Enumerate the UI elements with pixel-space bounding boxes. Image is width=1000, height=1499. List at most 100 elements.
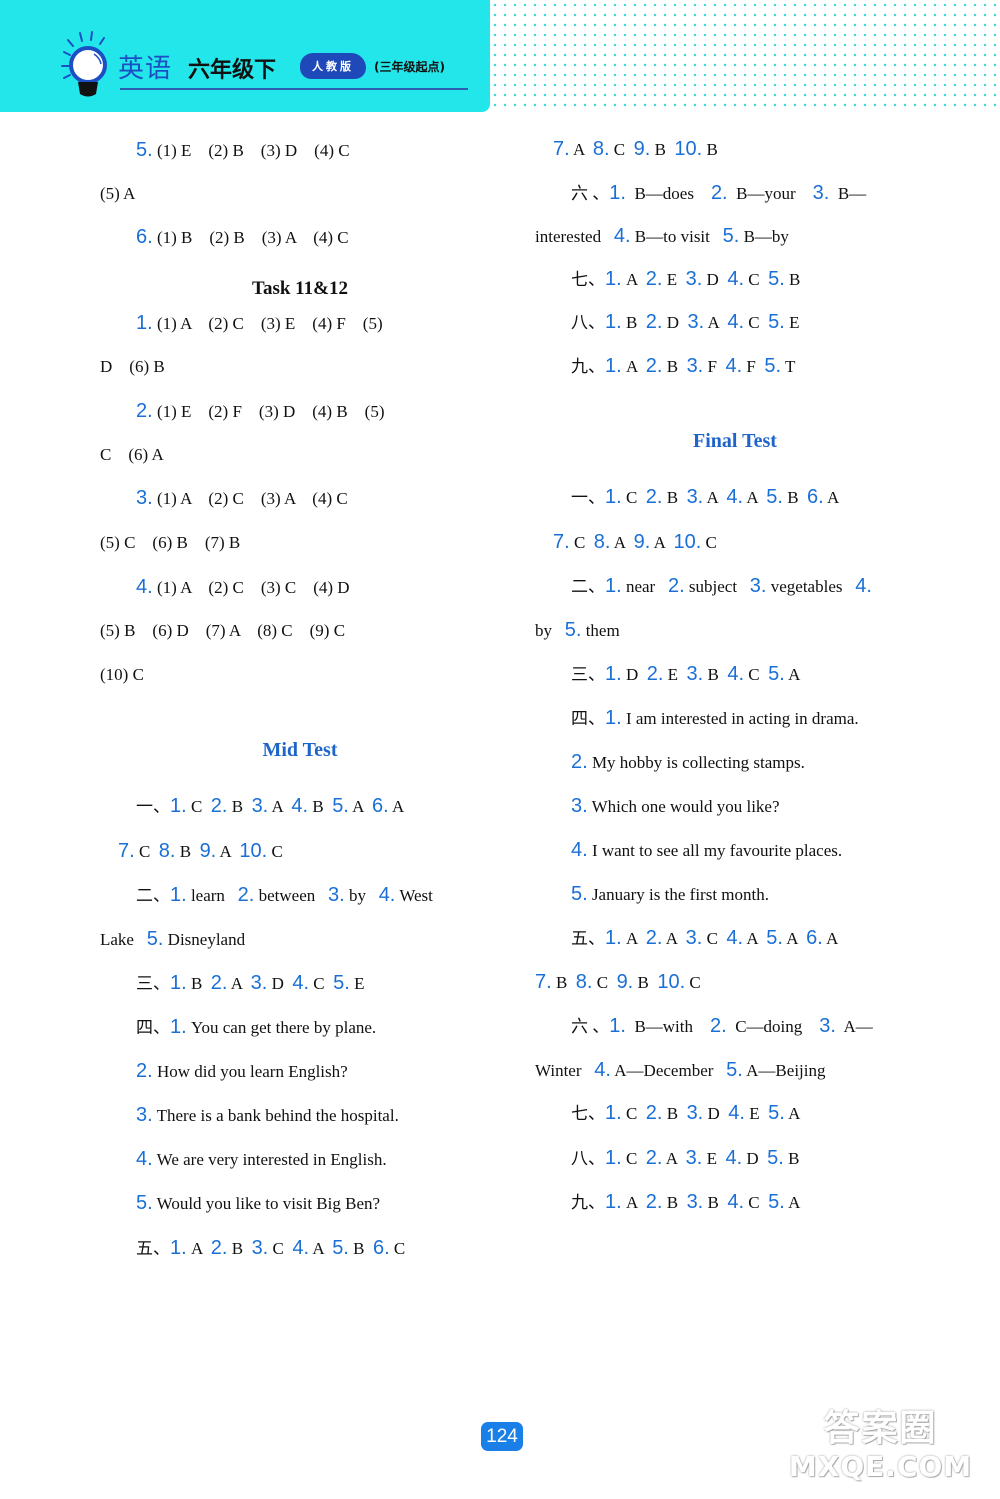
- answer-text: 二、: [136, 886, 170, 905]
- answer-text: D: [662, 313, 688, 332]
- answer-text: B: [227, 797, 252, 816]
- answer-text: A—December: [610, 1061, 727, 1080]
- question-number: 1.: [609, 1015, 626, 1037]
- question-number: 9.: [633, 531, 651, 553]
- answer-text: D: [742, 1149, 768, 1168]
- answer-text: C: [744, 665, 769, 684]
- answer-text: January is the first month.: [587, 885, 769, 904]
- question-number: 8.: [158, 840, 176, 862]
- answer-line: Lake 5. Disneyland: [100, 928, 245, 951]
- question-number: 2.: [571, 751, 588, 773]
- watermark: 答案圈 MXQE.COM: [768, 1408, 993, 1493]
- answer-text: 一、: [571, 488, 605, 507]
- answer-text: A: [348, 797, 373, 816]
- question-number: 4.: [727, 311, 745, 333]
- answer-line: 一、1. C 2. B 3. A 4. B 5. A 6. A: [136, 795, 404, 818]
- answer-text: C: [685, 973, 701, 992]
- answer-text: B: [784, 270, 801, 289]
- answer-line: 5. January is the first month.: [571, 883, 769, 906]
- start-level-note: (三年级起点): [374, 60, 445, 74]
- answer-text: B: [703, 665, 728, 684]
- answer-text: B: [662, 1104, 687, 1123]
- answer-text: 八、: [571, 1149, 605, 1168]
- answer-text: E: [744, 1104, 769, 1123]
- answer-text: B: [703, 1193, 728, 1212]
- answer-text: A—Beijing: [742, 1061, 826, 1080]
- answer-line: 八、1. B 2. D 3. A 4. C 5. E: [571, 311, 799, 334]
- question-number: 4.: [613, 225, 631, 247]
- question-number: 4.: [726, 927, 744, 949]
- answer-text: T: [781, 357, 796, 376]
- answer-text: 七、: [571, 1104, 605, 1123]
- question-number: 2.: [645, 1191, 663, 1213]
- answer-text: D: [703, 1104, 729, 1123]
- question-number: 1.: [605, 486, 622, 508]
- question-number: 9.: [616, 971, 634, 993]
- question-number: 5.: [766, 486, 783, 508]
- question-number: 1.: [605, 575, 622, 597]
- answer-line: 五、1. A 2. B 3. C 4. A 5. B 6. C: [136, 1237, 405, 1260]
- question-number: 2.: [645, 1147, 663, 1169]
- answer-text: B: [782, 488, 808, 507]
- question-number: 6.: [807, 486, 824, 508]
- question-number: 3.: [686, 1191, 704, 1213]
- answer-line: 四、1. I am interested in acting in drama.: [571, 707, 859, 730]
- question-number: 2.: [667, 575, 685, 597]
- answer-line: 7. C 8. A 9. A 10. C: [553, 531, 717, 554]
- question-number: 3.: [749, 575, 767, 597]
- answer-text: C: [621, 488, 646, 507]
- answer-line: 九、1. A 2. B 3. B 4. C 5. A: [571, 1191, 800, 1214]
- answer-text: C: [309, 974, 334, 993]
- question-number: 1.: [605, 707, 622, 729]
- question-number: 4.: [291, 795, 309, 817]
- answer-text: E: [662, 270, 686, 289]
- question-number: 3.: [251, 795, 269, 817]
- dot-pattern-decoration: [490, 0, 1000, 112]
- answer-text: D: [702, 270, 728, 289]
- answer-text: D (6) B: [100, 357, 165, 376]
- question-number: 1.: [605, 1147, 622, 1169]
- question-number: 2.: [136, 400, 153, 422]
- answer-text: 四、: [136, 1018, 170, 1037]
- answer-text: C: [702, 929, 727, 948]
- page-number: 124: [481, 1422, 523, 1451]
- answer-text: C: [569, 533, 594, 552]
- question-number: 2.: [710, 1015, 727, 1037]
- question-number: 5.: [332, 795, 349, 817]
- question-number: 3.: [819, 1015, 836, 1037]
- answer-text: B—your: [727, 184, 813, 203]
- answer-line: interested 4. B—to visit 5. B—by: [535, 225, 789, 248]
- question-number: 4.: [136, 576, 153, 598]
- answer-line: 7. B 8. C 9. B 10. C: [535, 971, 701, 994]
- question-number: 5.: [767, 1147, 784, 1169]
- answer-line: 六 、1. B—does 2. B—your 3. B—: [571, 182, 866, 205]
- answer-line: 五、1. A 2. A 3. C 4. A 5. A 6. A: [571, 927, 838, 950]
- question-number: 3.: [686, 355, 704, 377]
- answer-text: (1) A (2) C (3) C (4) D: [152, 578, 350, 597]
- answer-line: D (6) B: [100, 356, 165, 378]
- answer-text: B: [227, 1239, 252, 1258]
- header-divider: [120, 88, 468, 90]
- answer-text: 八、: [571, 313, 605, 332]
- question-number: 5.: [768, 311, 785, 333]
- question-number: 10.: [657, 971, 686, 993]
- question-number: 3.: [686, 486, 704, 508]
- answer-text: them: [581, 621, 620, 640]
- answer-text: C: [744, 270, 769, 289]
- answer-text: 五、: [136, 1239, 170, 1258]
- watermark-en: MXQE.COM: [788, 1450, 973, 1483]
- question-number: 10.: [673, 531, 702, 553]
- question-number: 2.: [645, 486, 663, 508]
- question-number: 1.: [605, 1102, 622, 1124]
- answer-text: 三、: [571, 665, 605, 684]
- answer-text: E: [702, 1149, 726, 1168]
- question-number: 4.: [571, 839, 588, 861]
- answer-line: 七、1. A 2. E 3. D 4. C 5. B: [571, 268, 800, 291]
- answer-text: C: [268, 1239, 293, 1258]
- answer-text: C: [621, 1149, 646, 1168]
- answer-text: (1) E (2) F (3) D (4) B (5): [152, 402, 385, 421]
- answer-text: C: [701, 533, 717, 552]
- answer-text: A: [216, 842, 240, 861]
- question-number: 1.: [609, 182, 626, 204]
- question-number: 4.: [727, 663, 745, 685]
